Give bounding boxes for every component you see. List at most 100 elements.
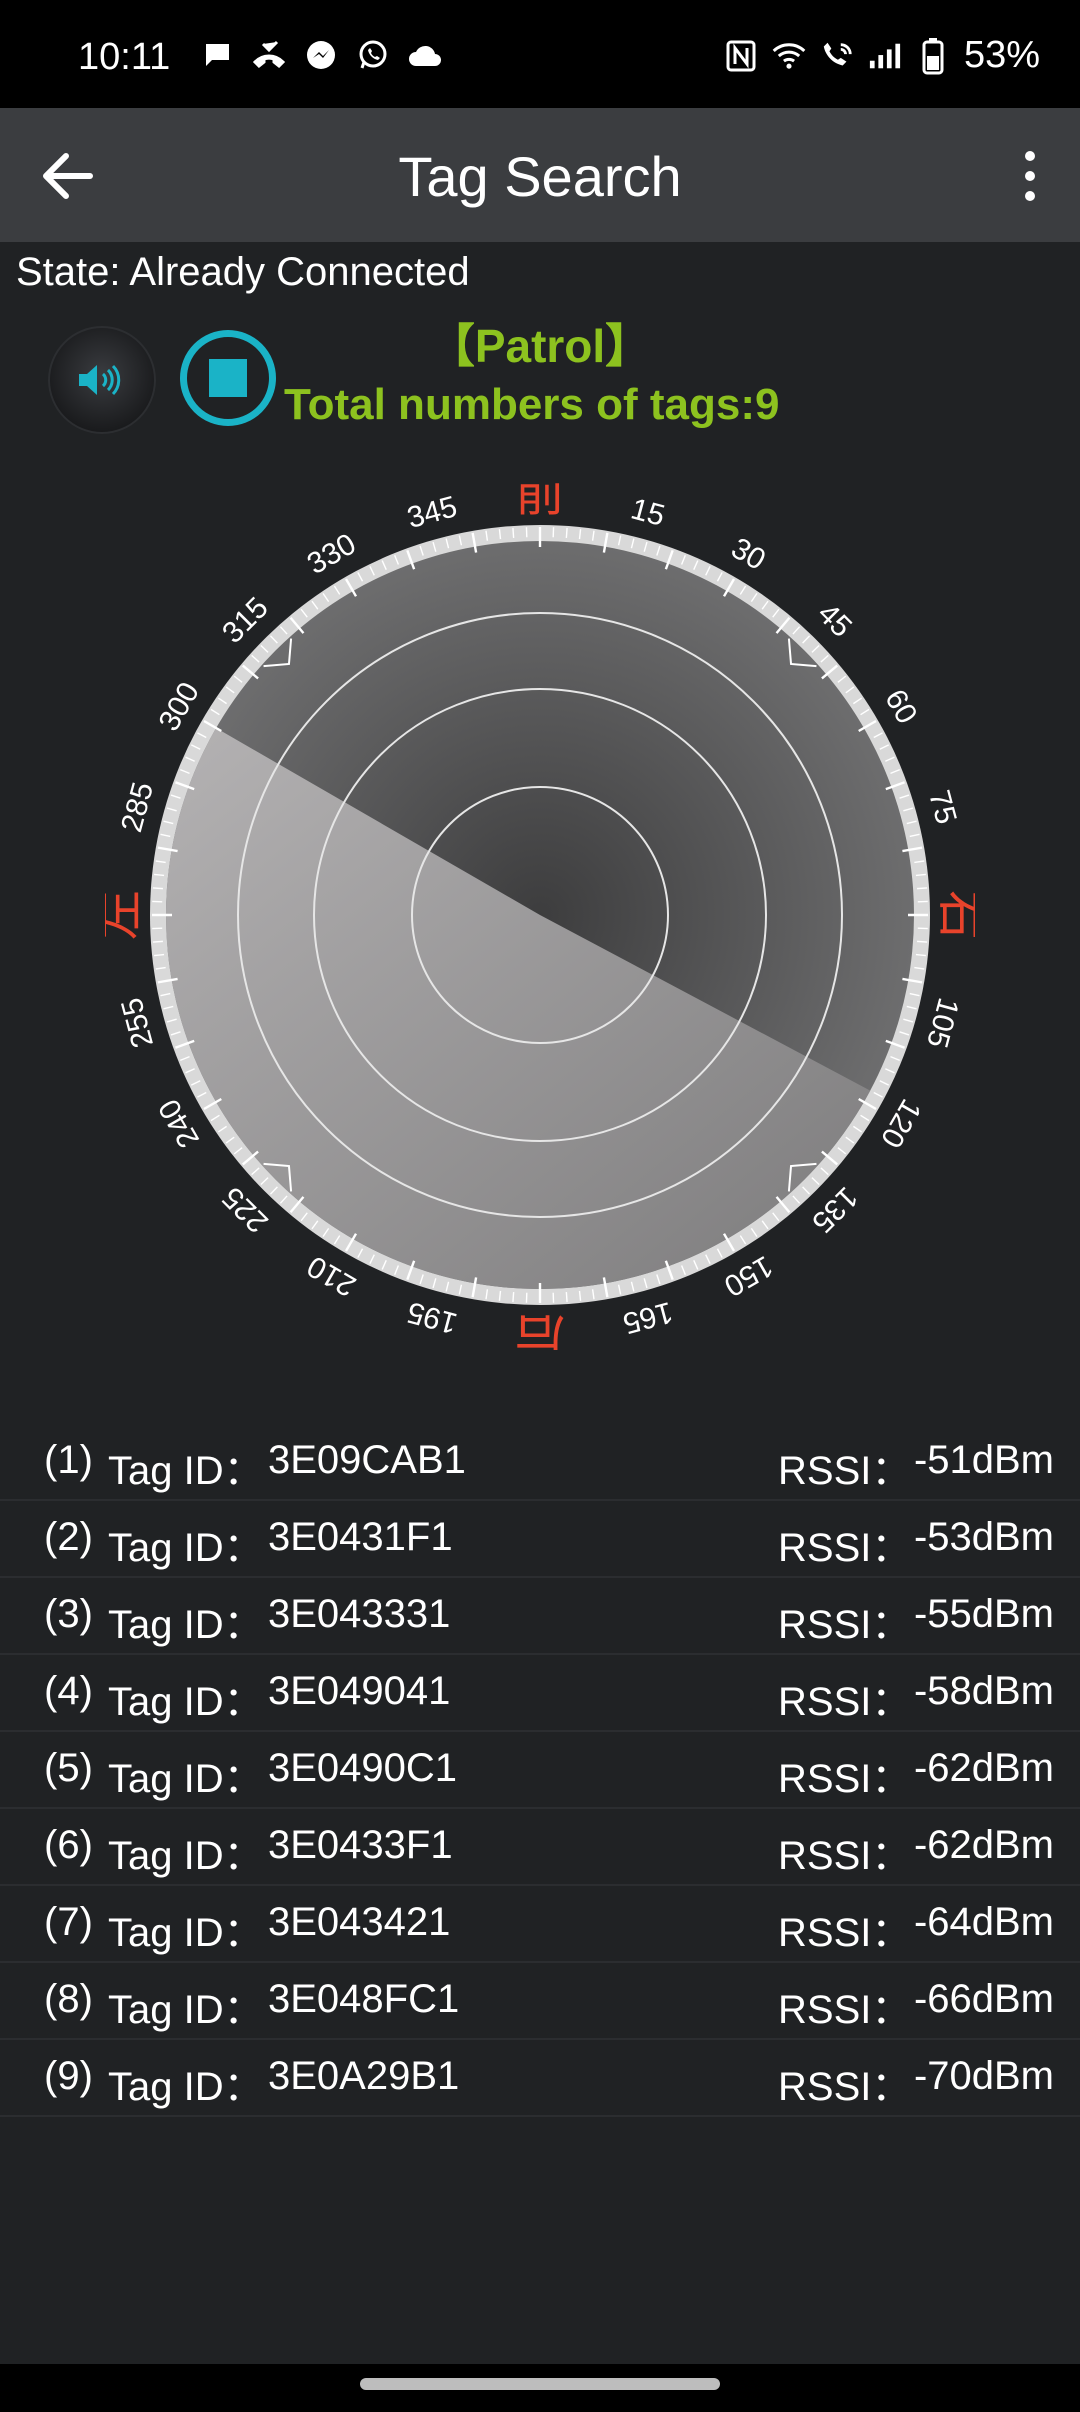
tag-id-value: 3E048FC1: [268, 1977, 460, 2021]
connection-state: State: Already Connected: [16, 250, 470, 294]
more-vert-icon: [1025, 151, 1035, 201]
rssi-label: RSSI：: [778, 1911, 912, 1955]
rssi-value: -58dBm: [913, 1669, 1054, 1713]
tag-id-value: 3E043331: [268, 1592, 451, 1636]
chat-icon: [200, 38, 234, 72]
compass-tick: [152, 940, 163, 943]
tag-row: (8) Tag ID： 3E048FC1 RSSI： -66dBm: [0, 1963, 1080, 2040]
compass-tick: [512, 1292, 515, 1303]
navigation-bar: [0, 2364, 1080, 2412]
app-bar: Tag Search: [0, 108, 1080, 242]
tag-row: (9) Tag ID： 3E0A29B1 RSSI： -70dBm: [0, 2040, 1080, 2117]
tag-id-label: Tag ID：: [108, 1988, 264, 2032]
battery-icon: [916, 37, 950, 74]
compass-degree-label: 45: [811, 597, 858, 644]
compass-degree-label: 15: [627, 492, 668, 533]
rssi-label: RSSI：: [778, 1757, 912, 1801]
tag-index: (5): [44, 1746, 93, 1790]
compass-degree-label: 60: [878, 684, 923, 729]
compass-tick: [917, 940, 928, 943]
tag-index: (1): [44, 1438, 93, 1482]
compass-degree-label: 75: [922, 787, 963, 828]
tag-id-label: Tag ID：: [108, 1911, 264, 1955]
tag-index: (8): [44, 1977, 93, 2021]
tag-index: (9): [44, 2054, 93, 2098]
rssi-value: -66dBm: [913, 1977, 1054, 2021]
rssi-label: RSSI：: [778, 1834, 912, 1878]
overflow-menu-button[interactable]: [1000, 138, 1060, 214]
tag-id-value: 3E043421: [268, 1900, 451, 1944]
tag-id-value: 3E09CAB1: [268, 1438, 466, 1482]
whatsapp-icon: [356, 38, 390, 72]
radar-compass: 15 30 45 60 75 105 120 135 150 165 195 210 225 240 255…: [90, 465, 991, 1366]
tag-index: (4): [44, 1669, 93, 1713]
compass-degree-label: 30: [726, 532, 771, 577]
messenger-icon: [304, 38, 338, 72]
rssi-value: -51dBm: [913, 1438, 1054, 1482]
tag-id-value: 3E0A29B1: [268, 2054, 460, 2098]
rssi-value: -62dBm: [913, 1746, 1054, 1790]
tag-row: (1) Tag ID： 3E09CAB1 RSSI： -51dBm: [0, 1424, 1080, 1501]
cloud-icon: [408, 38, 442, 72]
tag-row: (6) Tag ID： 3E0433F1 RSSI： -62dBm: [0, 1809, 1080, 1886]
tag-row: (3) Tag ID： 3E043331 RSSI： -55dBm: [0, 1578, 1080, 1655]
tag-id-value: 3E0433F1: [268, 1823, 453, 1867]
rssi-label: RSSI：: [778, 1680, 912, 1724]
notification-icons: [200, 38, 442, 72]
home-indicator[interactable]: [360, 2378, 720, 2390]
page-title: Tag Search: [398, 145, 682, 208]
status-bar: 10:11 53%: [0, 0, 1080, 108]
compass-degree-label: 255: [115, 994, 160, 1051]
rssi-value: -62dBm: [913, 1823, 1054, 1867]
tag-index: (6): [44, 1823, 93, 1867]
tag-id-label: Tag ID：: [108, 1757, 264, 1801]
signal-icon: [868, 39, 902, 73]
tag-index: (3): [44, 1592, 93, 1636]
tag-row: (5) Tag ID： 3E0490C1 RSSI： -62dBm: [0, 1732, 1080, 1809]
missed-call-icon: [252, 38, 286, 72]
direction-left-label: 左: [105, 890, 148, 940]
compass-tick: [152, 887, 163, 890]
wifi-calling-icon: [820, 39, 854, 73]
tag-index: (7): [44, 1900, 93, 1944]
compass-degree-label: 195: [404, 1295, 461, 1340]
direction-right-label: 右: [933, 890, 976, 940]
system-icons: 53%: [724, 34, 1040, 77]
compass-tick: [565, 527, 568, 538]
compass-degree-label: 285: [115, 779, 160, 836]
compass-degree-label: 105: [920, 994, 965, 1051]
status-time: 10:11: [78, 36, 171, 78]
tag-count: Total numbers of tags:9: [284, 380, 780, 429]
tag-id-label: Tag ID：: [108, 1680, 264, 1724]
tag-id-label: Tag ID：: [108, 2065, 264, 2109]
rssi-label: RSSI：: [778, 1988, 912, 2032]
tag-id-label: Tag ID：: [108, 1603, 264, 1647]
wifi-icon: [772, 39, 806, 73]
tag-row: (4) Tag ID： 3E049041 RSSI： -58dBm: [0, 1655, 1080, 1732]
tag-id-label: Tag ID：: [108, 1834, 264, 1878]
rssi-value: -70dBm: [913, 2054, 1054, 2098]
tag-id-label: Tag ID：: [108, 1449, 264, 1493]
tag-id-value: 3E0490C1: [268, 1746, 458, 1790]
rssi-label: RSSI：: [778, 1603, 912, 1647]
rssi-value: -55dBm: [913, 1592, 1054, 1636]
compass-tick: [917, 887, 928, 890]
tag-row: (2) Tag ID： 3E0431F1 RSSI： -53dBm: [0, 1501, 1080, 1578]
rssi-label: RSSI：: [778, 1526, 912, 1570]
tag-id-value: 3E049041: [268, 1669, 451, 1713]
direction-front-label: 前: [515, 480, 565, 523]
tag-index: (2): [44, 1515, 93, 1559]
tag-list: (1) Tag ID： 3E09CAB1 RSSI： -51dBm (2) Tag ID： 3…: [0, 1424, 1080, 2117]
tag-id-value: 3E0431F1: [268, 1515, 453, 1559]
compass-tick: [565, 1292, 568, 1303]
rssi-label: RSSI：: [778, 1449, 912, 1493]
rssi-value: -64dBm: [913, 1900, 1054, 1944]
tag-row: (7) Tag ID： 3E043421 RSSI： -64dBm: [0, 1886, 1080, 1963]
compass-tick: [512, 527, 515, 538]
battery-percent: 53%: [963, 34, 1040, 76]
compass-degree-label: 165: [619, 1295, 676, 1340]
compass-degree-label: 345: [404, 490, 461, 535]
tag-id-label: Tag ID：: [108, 1526, 264, 1570]
rssi-label: RSSI：: [778, 2065, 912, 2109]
rssi-value: -53dBm: [913, 1515, 1054, 1559]
